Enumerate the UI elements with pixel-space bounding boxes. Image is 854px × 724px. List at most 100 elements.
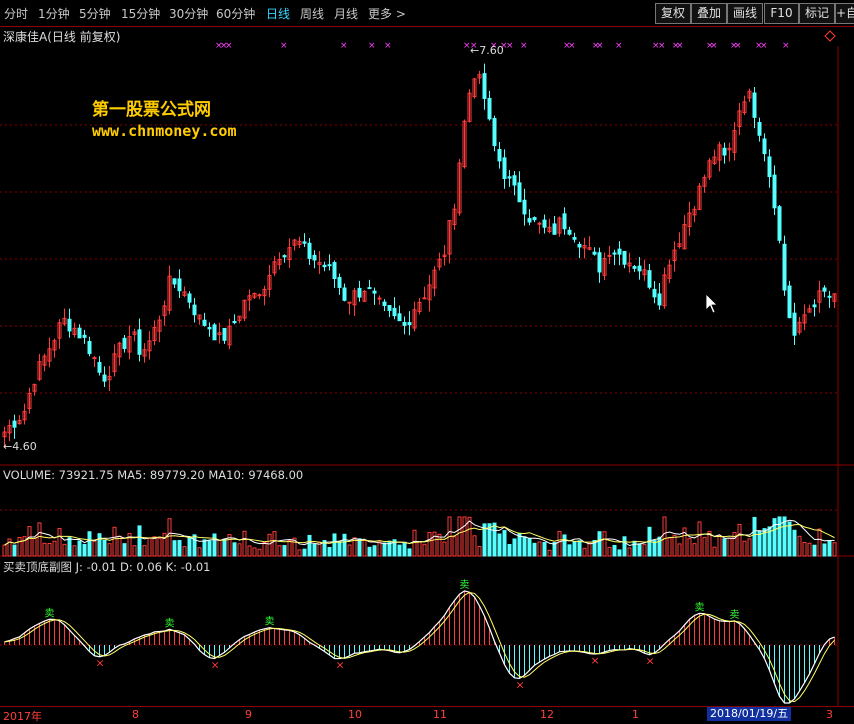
candle-body xyxy=(377,297,382,300)
volume-bar xyxy=(497,533,502,557)
volume-bar xyxy=(557,530,562,557)
candle-body xyxy=(507,176,512,179)
volume-bar xyxy=(72,545,77,557)
volume-bar xyxy=(427,532,432,557)
candle-body xyxy=(552,223,557,235)
candle-body xyxy=(482,73,487,99)
volume-bar xyxy=(102,539,107,557)
volume-bar xyxy=(327,546,332,557)
candle-body xyxy=(397,313,402,322)
volume-bar xyxy=(797,535,802,557)
volume-bar xyxy=(342,533,347,557)
volume-bar xyxy=(812,544,817,557)
volume-bar xyxy=(442,541,447,557)
date-label-3: 10 xyxy=(348,708,362,721)
candle-body xyxy=(517,182,522,203)
volume-bar xyxy=(142,545,147,557)
volume-bar xyxy=(522,536,527,557)
volume-bar xyxy=(817,528,822,557)
selected-date: 2018/01/19/五 xyxy=(707,707,792,721)
candle-body xyxy=(772,174,777,209)
volume-bar xyxy=(582,547,587,557)
volume-bar xyxy=(362,539,367,557)
volume-bar xyxy=(572,541,577,557)
candle-body xyxy=(137,329,142,355)
volume-bar xyxy=(12,544,17,557)
candle-body xyxy=(657,293,662,306)
volume-bar xyxy=(307,534,312,557)
candle-body xyxy=(307,242,312,259)
volume-bar xyxy=(67,537,72,557)
volume-bar xyxy=(357,538,362,557)
volume-bar xyxy=(32,538,37,557)
volume-bar xyxy=(282,545,287,557)
candle-body xyxy=(82,334,87,338)
candle-body xyxy=(827,295,832,298)
volume-bar xyxy=(47,542,52,557)
date-label-6: 1 xyxy=(632,708,639,721)
volume-bar xyxy=(787,521,792,557)
candle-body xyxy=(387,305,392,311)
volume-bar xyxy=(677,543,682,557)
candle-body xyxy=(232,320,237,324)
candle-body xyxy=(592,251,597,255)
volume-bar xyxy=(192,534,197,557)
limit-marker: × xyxy=(596,41,604,51)
candle-body xyxy=(637,265,642,272)
limit-marker: × xyxy=(520,41,528,51)
volume-bar xyxy=(167,518,172,557)
volume-bar xyxy=(567,544,572,557)
volume-bar xyxy=(492,522,497,557)
volume-bar xyxy=(407,548,412,557)
volume-bar xyxy=(587,542,592,557)
candle-body xyxy=(722,147,727,156)
volume-bar xyxy=(742,540,747,557)
candle-body xyxy=(527,218,532,223)
volume-bar xyxy=(152,536,157,557)
candle-body xyxy=(77,327,82,339)
volume-bar xyxy=(437,533,442,557)
candle-body xyxy=(302,241,307,244)
candle-body xyxy=(502,157,507,179)
candle-body xyxy=(597,252,602,273)
candle-body xyxy=(792,312,797,336)
volume-bar xyxy=(477,545,482,557)
volume-bar xyxy=(712,546,717,557)
volume-bar xyxy=(542,541,547,557)
sell-marker: 卖 xyxy=(695,601,705,613)
volume-bar xyxy=(467,516,472,557)
candle-body xyxy=(122,337,127,349)
volume-bar xyxy=(532,542,537,557)
candle-body xyxy=(512,175,517,186)
volume-bar xyxy=(82,543,87,557)
date-label-1: 8 xyxy=(132,708,139,721)
volume-bar xyxy=(397,544,402,557)
candle-body xyxy=(777,206,782,241)
volume-bar xyxy=(367,546,372,557)
volume-bar xyxy=(487,523,492,557)
volume-bar xyxy=(832,542,837,557)
candle-body xyxy=(212,324,217,341)
candle-body xyxy=(757,122,762,136)
candle-body xyxy=(652,288,657,298)
candle-body xyxy=(607,254,612,257)
volume-bar xyxy=(632,540,637,557)
volume-bar xyxy=(247,545,252,557)
candle-body xyxy=(492,118,497,147)
volume-bar xyxy=(197,547,202,557)
limit-marker: × xyxy=(658,41,666,51)
volume-bar xyxy=(612,544,617,557)
candle-body xyxy=(622,250,627,265)
candle-body xyxy=(572,237,577,240)
date-label-2: 9 xyxy=(245,708,252,721)
volume-bar xyxy=(92,540,97,557)
volume-bar xyxy=(137,525,142,557)
volume-bar xyxy=(97,533,102,557)
candle-body xyxy=(782,243,787,291)
volume-bar xyxy=(57,527,62,557)
volume-bar xyxy=(337,540,342,557)
candle-body xyxy=(322,264,327,268)
candle-body xyxy=(787,285,792,319)
candle-body xyxy=(762,138,767,155)
candle-body xyxy=(767,156,772,178)
